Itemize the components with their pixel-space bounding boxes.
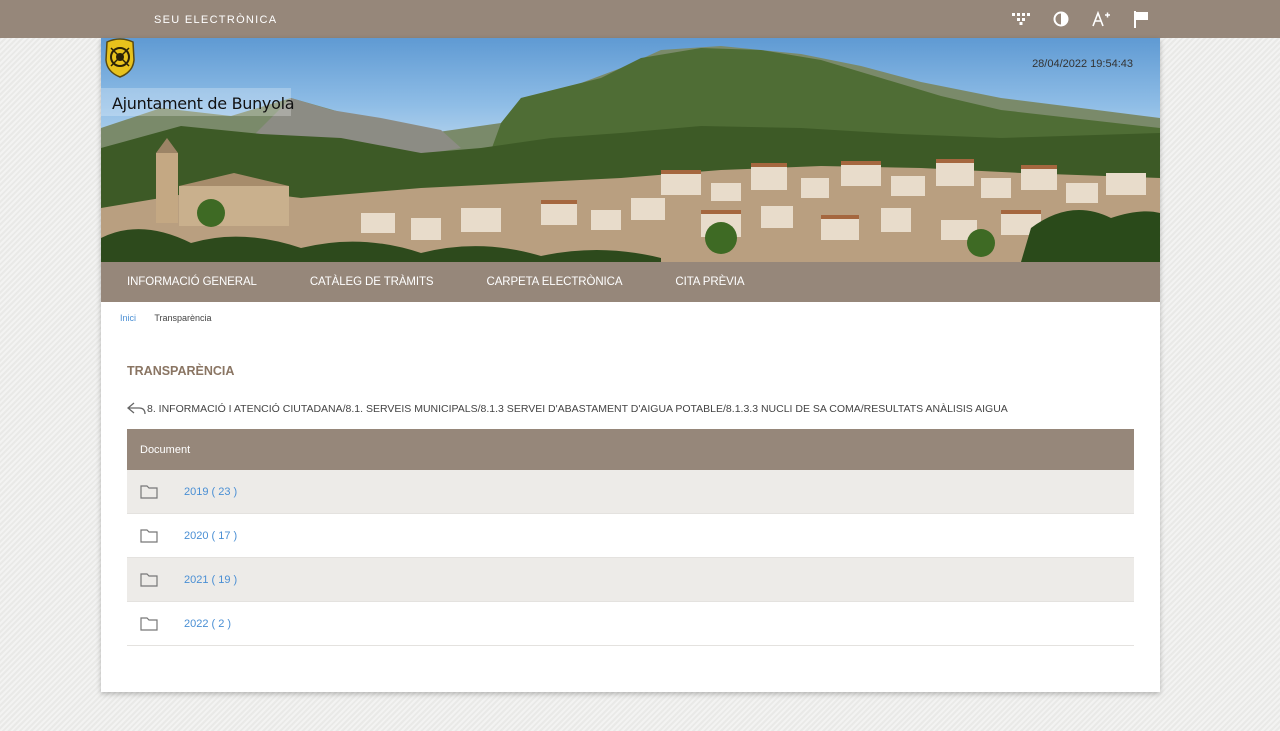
council-name[interactable]: Ajuntament de Bunyola	[112, 94, 295, 113]
current-datetime: 28/04/2022 19:54:43	[1032, 58, 1133, 70]
folder-icon	[140, 572, 158, 587]
village-landscape-image	[101, 46, 1160, 262]
page-title: TRANSPARÈNCIA	[127, 364, 235, 378]
table-row[interactable]: 2022 ( 2 )	[127, 602, 1134, 646]
nav-item-cita-previa[interactable]: CITA PRÈVIA	[675, 276, 744, 288]
nav-item-carpeta-electronica[interactable]: CARPETA ELECTRÒNICA	[486, 276, 622, 288]
contrast-icon[interactable]	[1052, 9, 1070, 29]
folder-path-text: 8. INFORMACIÓ I ATENCIÓ CIUTADANA/8.1. S…	[147, 403, 1008, 415]
table-row[interactable]: 2020 ( 17 )	[127, 514, 1134, 558]
table-header: Document	[127, 429, 1134, 470]
top-bar: SEU ELECTRÒNICA	[0, 0, 1280, 38]
folder-link-2021[interactable]: 2021 ( 19 )	[184, 574, 237, 586]
coat-of-arms-logo[interactable]	[101, 38, 139, 78]
accessibility-tools	[1012, 9, 1150, 29]
nav-item-cataleg-tramits[interactable]: CATÀLEG DE TRÀMITS	[310, 276, 434, 288]
main-nav: INFORMACIÓ GENERAL CATÀLEG DE TRÀMITS CA…	[101, 262, 1160, 302]
nav-item-informacio-general[interactable]: INFORMACIÓ GENERAL	[127, 276, 257, 288]
back-arrow-icon[interactable]	[127, 402, 146, 416]
breadcrumb-current: Transparència	[154, 313, 212, 323]
table-row[interactable]: 2019 ( 23 )	[127, 470, 1134, 514]
breadcrumb-home-link[interactable]: Inici	[120, 313, 136, 323]
flag-icon[interactable]	[1132, 9, 1150, 29]
documents-table: Document 2019 ( 23 ) 2020 ( 17 ) 2021 ( …	[127, 429, 1134, 646]
folder-icon	[140, 616, 158, 631]
main-card: Ajuntament de Bunyola 28/04/2022 19:54:4…	[101, 38, 1160, 692]
folder-icon	[140, 484, 158, 499]
header-banner: Ajuntament de Bunyola 28/04/2022 19:54:4…	[101, 38, 1160, 262]
font-size-increase-icon[interactable]	[1092, 9, 1110, 29]
folder-link-2022[interactable]: 2022 ( 2 )	[184, 618, 231, 630]
table-row[interactable]: 2021 ( 19 )	[127, 558, 1134, 602]
folder-path: 8. INFORMACIÓ I ATENCIÓ CIUTADANA/8.1. S…	[127, 402, 1008, 416]
keyboard-dots-icon[interactable]	[1012, 9, 1030, 29]
breadcrumb: Inici Transparència	[120, 313, 212, 323]
folder-link-2020[interactable]: 2020 ( 17 )	[184, 530, 237, 542]
site-brand[interactable]: SEU ELECTRÒNICA	[154, 14, 277, 26]
folder-link-2019[interactable]: 2019 ( 23 )	[184, 486, 237, 498]
folder-icon	[140, 528, 158, 543]
column-header-document: Document	[140, 443, 191, 456]
